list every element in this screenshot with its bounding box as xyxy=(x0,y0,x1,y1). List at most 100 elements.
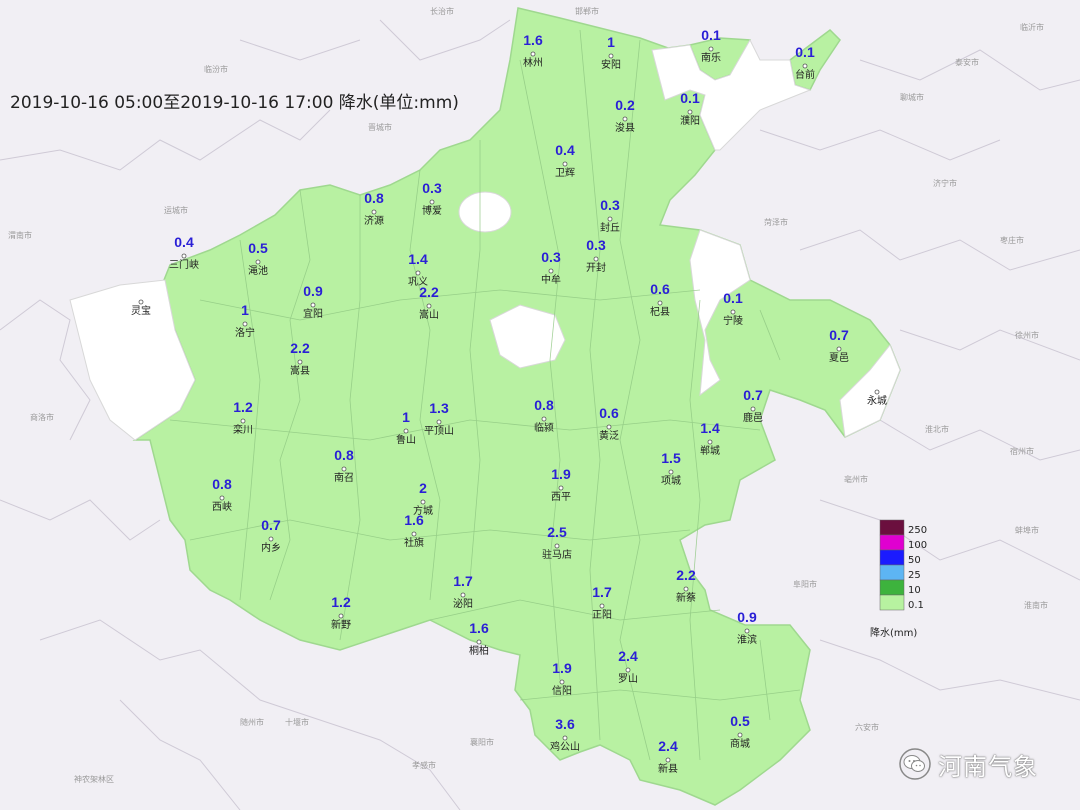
station-dot xyxy=(541,416,547,422)
station-value: 0.8 xyxy=(364,190,384,206)
station-value: 1.9 xyxy=(551,466,571,482)
station-value: 1.6 xyxy=(404,512,424,528)
background-city-label: 泰安市 xyxy=(955,57,979,67)
watermark-text: 河南气象 xyxy=(938,752,1038,781)
background-city-label: 徐州市 xyxy=(1015,330,1039,340)
station-name: 临颍 xyxy=(534,421,554,434)
station-value: 0.4 xyxy=(555,142,575,158)
station-value: 1.6 xyxy=(469,620,489,636)
station-dot xyxy=(411,531,417,537)
legend-label: 0.1 xyxy=(908,600,924,611)
station-value: 0.7 xyxy=(261,517,281,533)
station-value: 0.1 xyxy=(795,44,815,60)
station-name: 台前 xyxy=(795,68,815,81)
station-dot xyxy=(836,346,842,352)
station-value: 0.8 xyxy=(212,476,232,492)
legend-label: 10 xyxy=(908,585,921,596)
station-dot xyxy=(665,757,671,763)
background-city-label: 聊城市 xyxy=(900,92,924,102)
background-city-label: 临汾市 xyxy=(204,64,228,74)
station-value: 0.1 xyxy=(701,27,721,43)
station-value: 0.5 xyxy=(730,713,750,729)
station-name: 新野 xyxy=(331,618,351,631)
station-name: 安阳 xyxy=(601,58,621,71)
station-dot xyxy=(608,53,614,59)
station-dot xyxy=(181,253,187,259)
station-dot xyxy=(530,51,536,57)
background-city-label: 亳州市 xyxy=(844,474,868,484)
station-dot xyxy=(607,216,613,222)
station-value: 1.3 xyxy=(429,400,449,416)
station-value: 2.4 xyxy=(618,648,638,664)
station-name: 泌阳 xyxy=(453,597,473,610)
background-city-label: 商洛市 xyxy=(30,412,54,422)
station-name: 西峡 xyxy=(212,500,232,513)
station-name: 浚县 xyxy=(615,121,635,134)
background-city-label: 蚌埠市 xyxy=(1015,525,1039,535)
station-value: 0.6 xyxy=(650,281,670,297)
station-value: 1.4 xyxy=(700,420,720,436)
legend-label: 100 xyxy=(908,540,927,551)
station-name: 淮滨 xyxy=(737,633,757,646)
legend-title: 降水(mm) xyxy=(870,626,917,639)
station-value: 0.7 xyxy=(743,387,763,403)
station-value: 1 xyxy=(402,409,410,425)
station-name: 商城 xyxy=(730,737,750,750)
station-dot xyxy=(240,418,246,424)
station-value: 0.3 xyxy=(541,249,561,265)
station-dot xyxy=(338,613,344,619)
station-value: 1.5 xyxy=(661,450,681,466)
station-name: 林州 xyxy=(523,56,543,69)
station-name: 罗山 xyxy=(618,673,638,685)
station-dot xyxy=(668,469,674,475)
station-value: 2.5 xyxy=(547,524,567,540)
station-dot xyxy=(657,300,663,306)
station-dot xyxy=(476,639,482,645)
station-value: 2.4 xyxy=(658,738,678,754)
station-name: 宜阳 xyxy=(303,307,323,320)
station-value: 1.7 xyxy=(592,584,612,600)
station-value: 2.2 xyxy=(419,284,439,300)
station-name: 杞县 xyxy=(650,305,670,318)
station-dot xyxy=(341,466,347,472)
station-value: 0.2 xyxy=(615,97,635,113)
station-dot xyxy=(558,485,564,491)
station-name: 南召 xyxy=(334,471,354,484)
station-dot xyxy=(268,536,274,542)
background-city-label: 枣庄市 xyxy=(1000,235,1024,245)
background-city-label: 淮北市 xyxy=(925,424,949,434)
legend-swatch xyxy=(879,519,905,536)
station-name: 灵宝 xyxy=(131,304,151,317)
legend-label: 50 xyxy=(908,555,921,566)
station-value: 1.2 xyxy=(331,594,351,610)
station-name: 新县 xyxy=(658,762,678,775)
station-dot xyxy=(426,303,432,309)
station-dot xyxy=(460,592,466,598)
background-city-label: 济宁市 xyxy=(933,178,957,188)
station-name: 驻马店 xyxy=(542,548,572,561)
station-name: 平顶山 xyxy=(424,425,454,437)
station-name: 鹿邑 xyxy=(743,411,763,424)
station-value: 3.6 xyxy=(555,716,575,732)
station-name: 黄泛 xyxy=(599,429,619,442)
station-value: 0.3 xyxy=(586,237,606,253)
station-name: 郸城 xyxy=(700,444,720,457)
background-city-label: 十堰市 xyxy=(285,717,309,727)
station-value: 0.3 xyxy=(422,180,442,196)
station-name: 南乐 xyxy=(701,51,721,64)
background-city-label: 宿州市 xyxy=(1010,446,1034,456)
background-city-label: 随州市 xyxy=(240,717,264,727)
background-city-label: 孝感市 xyxy=(412,760,436,770)
station-dot xyxy=(371,209,377,215)
legend-swatch xyxy=(879,534,905,551)
station-dot xyxy=(420,499,426,505)
station-value: 0.8 xyxy=(534,397,554,413)
station-dot xyxy=(436,419,442,425)
station-dot xyxy=(138,299,144,305)
map-title: 2019-10-16 05:00至2019-10-16 17:00 降水(单位:… xyxy=(10,93,459,113)
station-name: 嵩山 xyxy=(419,309,439,321)
station-dot xyxy=(548,268,554,274)
station-name: 信阳 xyxy=(552,685,572,697)
station-dot xyxy=(606,424,612,430)
background-city-label: 运城市 xyxy=(164,205,188,215)
